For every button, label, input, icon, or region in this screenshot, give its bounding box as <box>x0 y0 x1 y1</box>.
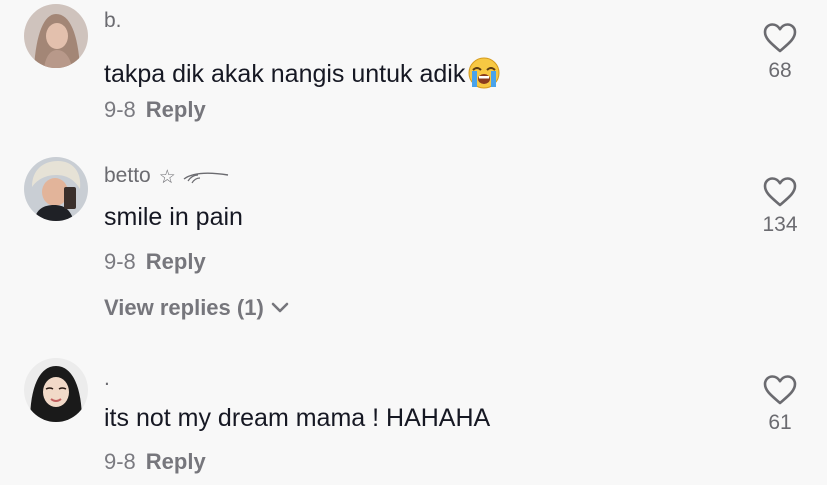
wing-icon <box>183 172 228 184</box>
like-button[interactable]: 61 <box>742 374 818 433</box>
reply-button[interactable]: Reply <box>146 449 206 474</box>
comment-meta: 9-8 Reply <box>104 99 206 121</box>
comment-item: b. takpa dik akak nangis untuk adik 9-8 R… <box>0 0 827 140</box>
username-text: betto <box>104 164 151 187</box>
reply-button[interactable]: Reply <box>146 249 206 274</box>
like-count: 61 <box>768 411 792 434</box>
avatar[interactable] <box>24 157 88 221</box>
comment-username[interactable]: b. <box>104 10 122 31</box>
avatar[interactable] <box>24 4 88 68</box>
username-decoration: ☆ <box>159 166 230 187</box>
comment-date: 9-8 <box>104 249 136 274</box>
comment-text-content: takpa dik akak nangis untuk adik <box>104 60 466 89</box>
view-replies-button[interactable]: View replies (1) <box>104 297 290 319</box>
like-button[interactable]: 134 <box>742 176 818 235</box>
heart-outline-icon <box>763 177 797 207</box>
comment-username[interactable]: . <box>104 368 110 389</box>
chevron-down-icon <box>271 302 289 313</box>
comment-date: 9-8 <box>104 449 136 474</box>
reply-button[interactable]: Reply <box>146 97 206 122</box>
star-icon: ☆ <box>158 166 176 188</box>
heart-outline-icon <box>763 23 797 53</box>
comment-item: . its not my dream mama ! HAHAHA 9-8 Repl… <box>0 350 827 485</box>
like-count: 68 <box>768 59 792 82</box>
comment-username[interactable]: betto ☆ <box>104 165 230 187</box>
comment-text: smile in pain <box>104 203 243 231</box>
view-replies-label: View replies (1) <box>104 295 264 320</box>
comment-text: takpa dik akak nangis untuk adik <box>104 57 501 94</box>
heart-outline-icon <box>763 375 797 405</box>
comment-date: 9-8 <box>104 97 136 122</box>
like-count: 134 <box>762 213 798 236</box>
loudly-crying-face-emoji <box>467 57 501 94</box>
comment-meta: 9-8 Reply <box>104 251 206 273</box>
comment-item: betto ☆ smile in pain 9-8 Reply 134 <box>0 150 827 290</box>
comment-text: its not my dream mama ! HAHAHA <box>104 404 491 432</box>
avatar[interactable] <box>24 358 88 422</box>
like-button[interactable]: 68 <box>742 22 818 81</box>
comment-meta: 9-8 Reply <box>104 451 206 473</box>
